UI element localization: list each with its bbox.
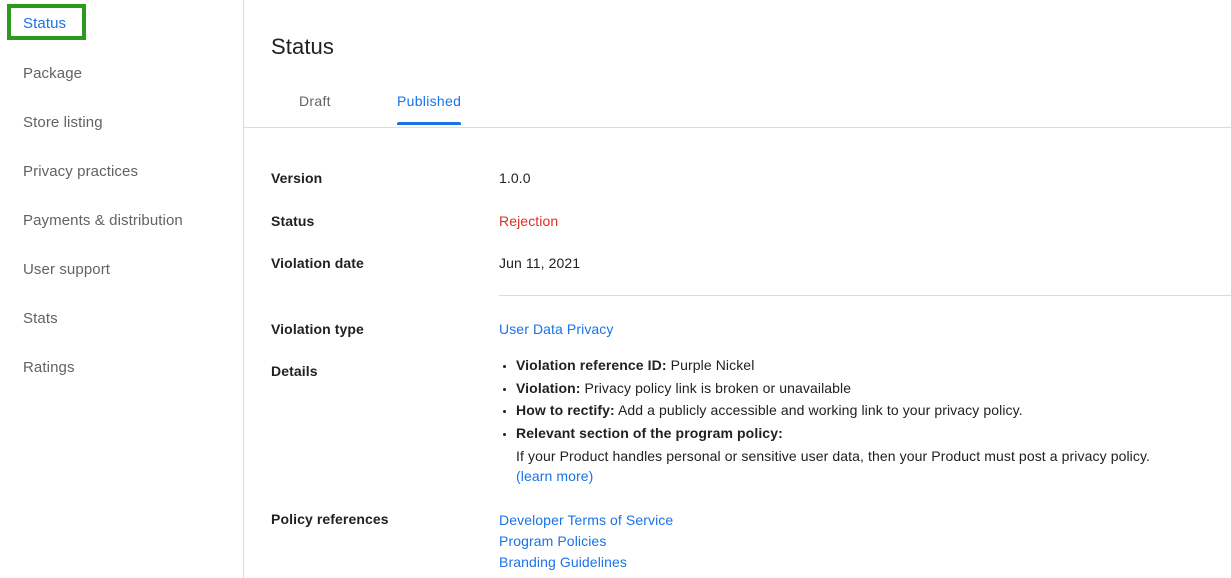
details-label: Details [271, 363, 318, 379]
detail-text: Privacy policy link is broken or unavail… [580, 379, 852, 396]
version-label: Version [271, 170, 323, 186]
detail-text: Purple Nickel [666, 357, 755, 373]
active-tab-indicator [397, 122, 462, 125]
list-item: How to rectify: Add a publicly accessibl… [516, 401, 1150, 419]
sidebar-item-user-support[interactable]: User support [0, 256, 243, 282]
list-item: Relevant section of the program policy: … [516, 424, 1150, 486]
section-divider [499, 295, 1231, 296]
violation-type-label: Violation type [271, 321, 364, 337]
tab-label: Draft [299, 93, 331, 109]
sidebar-item-payments-distribution[interactable]: Payments & distribution [0, 207, 243, 233]
detail-sub-text: If your Product handles personal or sens… [516, 447, 1151, 464]
sidebar-item-privacy-practices[interactable]: Privacy practices [0, 158, 243, 184]
sidebar-item-label: User support [23, 260, 111, 278]
sidebar-item-label: Stats [23, 309, 58, 327]
branding-guidelines-link[interactable]: Branding Guidelines [499, 554, 627, 570]
sidebar-item-label: Privacy practices [23, 162, 139, 180]
list-item: Violation: Privacy policy link is broken… [516, 379, 1150, 397]
sidebar-item-label: Package [23, 64, 83, 82]
list-item: Violation reference ID: Purple Nickel [516, 356, 1150, 374]
version-value: 1.0.0 [499, 170, 531, 186]
learn-more-link[interactable]: (learn more) [516, 466, 1150, 486]
sidebar-item-stats[interactable]: Stats [0, 305, 243, 331]
status-value: Rejection [499, 213, 559, 229]
policy-references-label: Policy references [271, 511, 389, 527]
app-root: Status Package Store listing Privacy pra… [0, 0, 1231, 578]
list-item: Developer Terms of Service [499, 510, 673, 531]
policy-references-list: Developer Terms of Service Program Polic… [499, 510, 673, 573]
tab-draft[interactable]: Draft [299, 93, 331, 113]
sidebar-item-label: Store listing [23, 113, 103, 131]
sidebar: Status Package Store listing Privacy pra… [0, 0, 244, 578]
violation-type-value: User Data Privacy [499, 321, 614, 337]
list-item: Program Policies [499, 531, 673, 552]
detail-text: Add a publicly accessible and working li… [614, 402, 1023, 418]
detail-key: How to rectify: [516, 402, 615, 418]
details-list: Violation reference ID: Purple Nickel Vi… [499, 356, 1150, 490]
sidebar-item-label: Payments & distribution [23, 211, 183, 229]
status-label: Status [271, 213, 315, 229]
main-content: Status Draft Published Version 1.0.0 Sta… [244, 0, 1231, 578]
detail-key: Violation reference ID: [516, 357, 667, 373]
detail-key: Violation: [516, 379, 581, 396]
sidebar-item-ratings[interactable]: Ratings [0, 354, 243, 380]
sidebar-item-status[interactable]: Status [0, 10, 243, 36]
detail-key: Relevant section of the program policy: [516, 424, 783, 441]
violation-date-label: Violation date [271, 255, 364, 271]
program-policies-link[interactable]: Program Policies [499, 533, 606, 549]
sidebar-item-package[interactable]: Package [0, 60, 243, 86]
sidebar-item-label: Status [23, 14, 67, 32]
sidebar-item-label: Ratings [23, 358, 75, 376]
violation-type-link[interactable]: User Data Privacy [499, 321, 614, 337]
list-item: Branding Guidelines [499, 552, 673, 573]
sidebar-item-store-listing[interactable]: Store listing [0, 109, 243, 135]
tab-bar: Draft Published [244, 84, 1231, 128]
tab-published[interactable]: Published [397, 93, 462, 125]
tab-label: Published [397, 93, 462, 109]
page-title: Status [271, 33, 334, 59]
developer-terms-link[interactable]: Developer Terms of Service [499, 512, 673, 528]
violation-date-value: Jun 11, 2021 [499, 255, 581, 271]
